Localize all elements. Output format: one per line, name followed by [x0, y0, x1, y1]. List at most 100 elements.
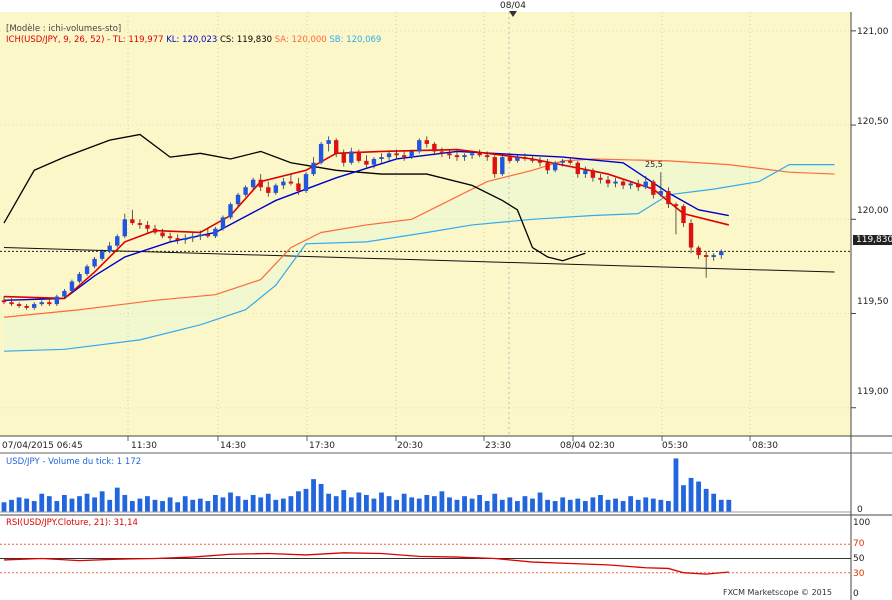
price-tick-121: 121,00 — [857, 27, 889, 37]
chart-canvas[interactable] — [0, 0, 892, 600]
volume-bar-22 — [167, 497, 173, 512]
rsi-tick-50: 50 — [853, 554, 865, 564]
time-tick-1: 11:30 — [131, 441, 157, 451]
candle-body-77 — [583, 170, 588, 175]
volume-bar-3 — [24, 498, 30, 512]
volume-bar-47 — [356, 492, 362, 512]
volume-bar-69 — [522, 496, 528, 512]
volume-bar-76 — [575, 498, 581, 512]
candle-body-19 — [145, 224, 150, 229]
volume-bar-24 — [182, 496, 188, 512]
volume-bar-25 — [190, 499, 196, 512]
volume-bar-23 — [175, 502, 181, 512]
volume-bar-82 — [620, 501, 626, 512]
volume-bar-57 — [431, 496, 437, 512]
candle-body-10 — [77, 273, 82, 282]
candle-body-37 — [281, 181, 286, 186]
volume-bar-41 — [311, 479, 316, 512]
volume-bar-8 — [62, 494, 67, 512]
candle-body-89 — [673, 204, 679, 207]
candle-body-16 — [122, 219, 127, 237]
candle-body-61 — [462, 155, 467, 158]
current-time-caret-icon[interactable] — [509, 11, 517, 17]
volume-bar-0 — [1, 502, 7, 512]
volume-bar-15 — [114, 487, 120, 512]
volume-bar-78 — [590, 497, 596, 512]
volume-bar-64 — [484, 501, 490, 512]
volume-bar-70 — [530, 498, 535, 512]
price-annotation: 25,5 — [645, 160, 663, 169]
candle-body-81 — [613, 181, 618, 184]
candle-body-57 — [432, 143, 437, 152]
volume-bar-74 — [560, 497, 566, 512]
candle-body-79 — [598, 177, 603, 180]
volume-bar-10 — [77, 496, 82, 512]
volume-bar-68 — [515, 501, 520, 512]
volume-bar-49 — [371, 498, 377, 512]
candle-body-78 — [590, 170, 596, 178]
candle-body-39 — [296, 183, 301, 192]
candle-body-36 — [273, 185, 278, 193]
volume-bar-44 — [333, 496, 339, 512]
volume-bar-93 — [703, 488, 709, 512]
volume-bar-34 — [258, 497, 264, 512]
volume-value: 1 172 — [116, 457, 142, 467]
volume-bar-31 — [235, 496, 241, 512]
candle-body-12 — [92, 258, 97, 267]
volume-bar-77 — [582, 501, 588, 512]
candle-body-40 — [303, 174, 309, 192]
candle-body-28 — [213, 228, 218, 237]
rsi-tick-0: 0 — [853, 589, 859, 599]
time-tick-6: 08/04 02:30 — [560, 441, 615, 451]
cs-value: 119,830 — [236, 35, 273, 45]
candle-55 — [417, 138, 422, 154]
candle-body-25 — [190, 236, 195, 239]
candle-body-55 — [417, 140, 422, 152]
volume-bar-75 — [567, 499, 573, 512]
candle-9 — [69, 279, 75, 293]
candle-body-49 — [371, 158, 377, 165]
candle-body-46 — [349, 151, 354, 163]
candle-body-60 — [454, 155, 460, 158]
volume-bar-67 — [507, 497, 513, 512]
volume-bar-2 — [16, 497, 22, 512]
candle-body-76 — [575, 162, 580, 175]
kl-value: 120,023 — [182, 35, 218, 45]
candle-body-52 — [394, 153, 399, 156]
candle-body-29 — [220, 217, 226, 229]
candle-body-80 — [605, 179, 611, 184]
footer-copyright: FXCM Marketscope © 2015 — [723, 588, 832, 597]
volume-bar-7 — [54, 501, 60, 512]
ichimoku-legend[interactable]: ICH(USD/JPY, 9, 26, 52) - TL: 119,977 KL… — [6, 35, 381, 45]
candle-29 — [220, 215, 226, 231]
kl-label: KL: — [166, 35, 180, 45]
candle-body-20 — [152, 228, 158, 233]
candle-body-50 — [379, 157, 384, 159]
volume-bar-86 — [650, 498, 656, 512]
volume-bar-28 — [213, 494, 218, 512]
volume-bar-56 — [424, 494, 430, 512]
volume-bar-63 — [477, 494, 483, 512]
volume-bar-1 — [9, 499, 14, 512]
volume-bar-42 — [318, 484, 324, 512]
rsi-tick-30: 30 — [853, 569, 865, 579]
volume-bar-21 — [160, 501, 165, 512]
candle-body-72 — [545, 162, 550, 171]
candle-body-85 — [643, 181, 648, 188]
volume-bar-16 — [122, 494, 128, 512]
candle-body-59 — [447, 153, 452, 156]
candle-body-75 — [568, 160, 573, 163]
candle-body-8 — [62, 290, 67, 297]
volume-bar-72 — [545, 499, 550, 512]
volume-bar-58 — [439, 491, 445, 512]
candle-body-31 — [235, 194, 241, 205]
candle-body-94 — [711, 255, 716, 257]
volume-bar-96 — [726, 499, 732, 512]
candle-body-44 — [334, 140, 339, 154]
candle-body-92 — [696, 247, 701, 256]
candle-body-21 — [160, 232, 165, 237]
candle-body-51 — [386, 153, 392, 158]
volume-bar-4 — [31, 501, 37, 512]
candle-body-87 — [658, 191, 664, 195]
candle-body-63 — [477, 153, 482, 156]
